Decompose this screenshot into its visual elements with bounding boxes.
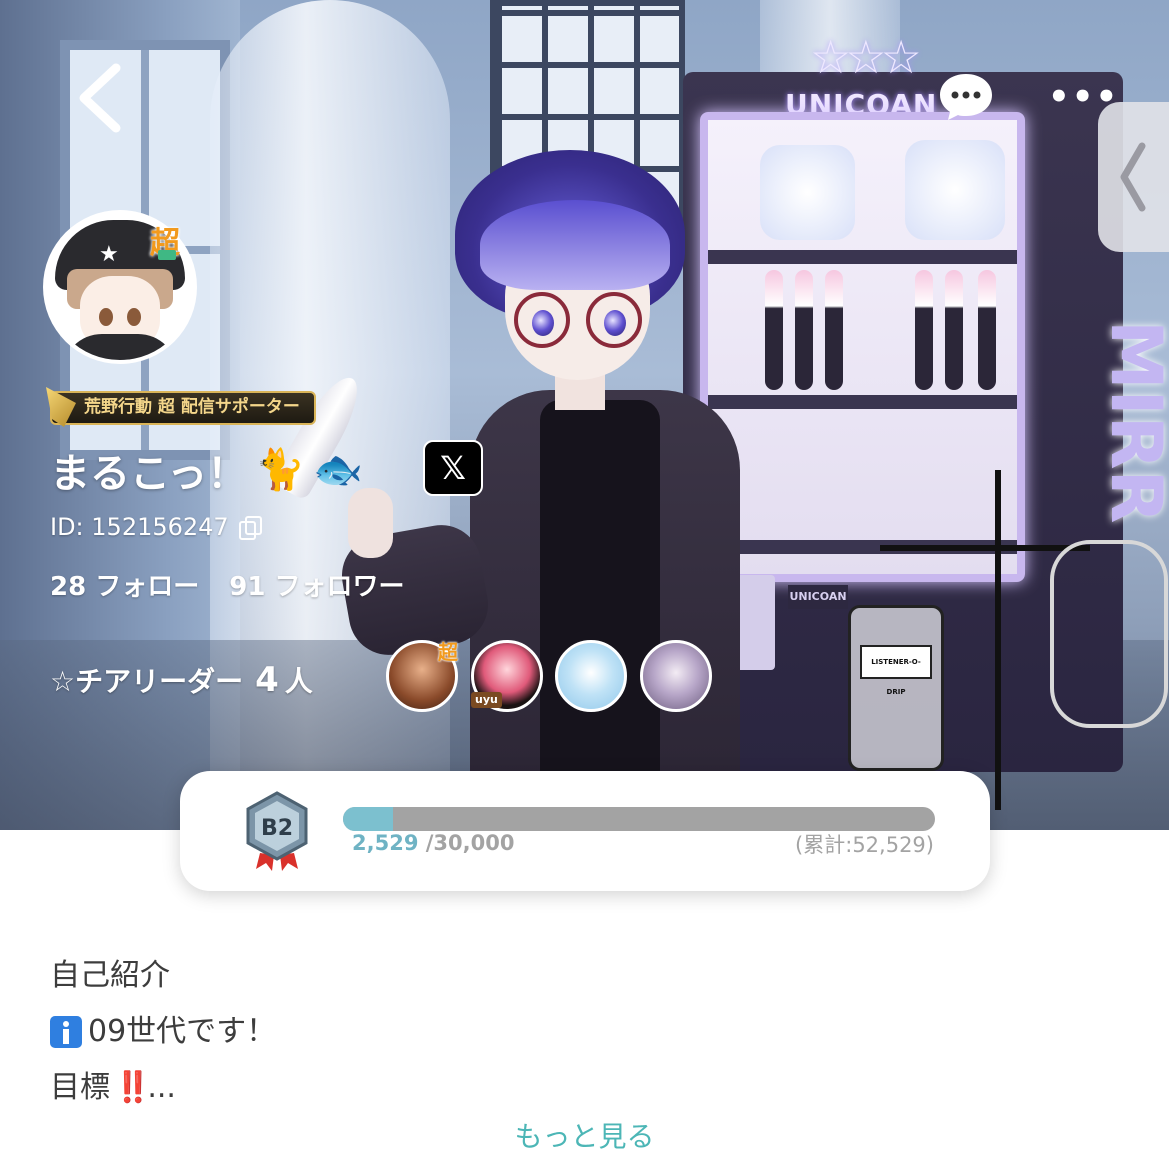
star-icon: ★ [99,242,119,267]
user-id: ID: 152156247 [50,513,229,541]
super-badge-icon: 超 [438,640,458,664]
double-exclamation-icon: ‼️ [114,1070,151,1105]
ribbon [1050,540,1168,728]
wing-icon [46,387,76,427]
avatar-body [62,334,178,360]
followers-label: フォロワー [274,572,405,602]
progress-current: 2,529 [352,831,419,855]
follow-stats: 28 フォロー 91 フォロワー [50,566,405,603]
display-name: まるこっ！ [50,451,248,497]
vending-machine-side-text: MIRR [1095,320,1169,524]
chevron-left-icon [1120,142,1146,212]
avatar-character-shirt [540,400,660,780]
badge-ribbon [158,250,176,260]
following-link[interactable]: 28 フォロー [50,566,199,603]
bio-line-text: 目標 [50,1070,110,1105]
cheerleader-count: 4 [255,660,279,700]
vending-machine-stars: ☆☆☆ [810,30,922,84]
bio-section: 自己紹介 09世代です！ 目標 ‼️ ... [50,948,276,1116]
super-badge-icon: 超 [150,218,184,261]
eye-right [604,310,626,336]
cheerleader-tag: uyu [471,692,502,708]
iv-stand [995,470,1001,810]
rank-label: B2 [261,816,293,841]
see-more-link[interactable]: もっと見る [0,1115,1169,1155]
back-button[interactable] [72,60,132,136]
bio-line: 目標 ‼️ ... [50,1060,276,1116]
bottle [825,270,843,390]
bottle [978,270,996,390]
unicorn-plush [760,145,855,240]
side-panel-tab[interactable] [1098,102,1169,252]
bottle [915,270,933,390]
person-info-icon [50,1016,82,1048]
followers-count: 91 [229,572,266,602]
bottle [795,270,813,390]
cat-emoji-icon: 🐈 [255,447,306,493]
following-count: 28 [50,572,87,602]
chevron-left-icon [79,63,121,133]
progress-bar [343,807,935,831]
supporter-banner-label: 荒野行動 超 配信サポーター [84,397,300,417]
rank-badge-icon: B2 [246,791,308,871]
bottle [765,270,783,390]
iv-bag-label: LISTENER-O-DRIP [860,645,932,696]
avatar-eye [127,308,141,326]
following-label: フォロー [95,572,200,602]
progress-bar-fill [343,807,393,831]
username-row: まるこっ！ 🐈 🐟 [50,440,363,500]
followers-link[interactable]: 91 フォロワー [229,566,404,603]
cheerleader-avatar-3[interactable] [555,640,627,712]
level-card[interactable]: B2 2,529 /30,000 (累計:52,529) [180,771,990,891]
supporter-banner[interactable]: 荒野行動 超 配信サポーター [46,387,316,427]
vending-shelf [708,250,1017,264]
cheerleader-avatar-4[interactable] [640,640,712,712]
chat-bubble-icon [940,74,992,120]
bio-heading: 自己紹介 [50,958,170,993]
avatar-character-glasses [510,292,650,352]
bottle [945,270,963,390]
cheerleader-label: ☆チアリーダー [50,665,244,698]
x-social-link-button[interactable]: 𝕏 [423,440,483,496]
unicorn-plush [905,140,1005,240]
cheerleader-unit: 人 [284,665,313,698]
progress-target: /30,000 [425,831,515,855]
cheerleader-summary[interactable]: ☆チアリーダー 4 人 [50,655,313,705]
avatar-character-bangs [480,200,670,290]
copy-icon[interactable] [238,516,262,540]
user-id-row: ID: 152156247 [50,513,262,541]
vending-machine-label: UNICOAN [788,585,848,609]
progress-total: (累計:52,529) [795,833,934,857]
x-logo-icon: 𝕏 [440,449,466,487]
fish-emoji-icon: 🐟 [313,447,363,493]
progress-text: 2,529 /30,000 [352,831,514,855]
bio-line-text: 09世代です！ [88,1014,277,1049]
avatar-eye [99,308,113,326]
vending-shelf [708,395,1017,409]
eye-left [532,310,554,336]
bio-ellipsis: ... [147,1070,176,1105]
iv-stand-bar [880,545,1090,551]
bio-line: 09世代です！ [50,1004,276,1060]
chat-button[interactable] [938,72,994,122]
